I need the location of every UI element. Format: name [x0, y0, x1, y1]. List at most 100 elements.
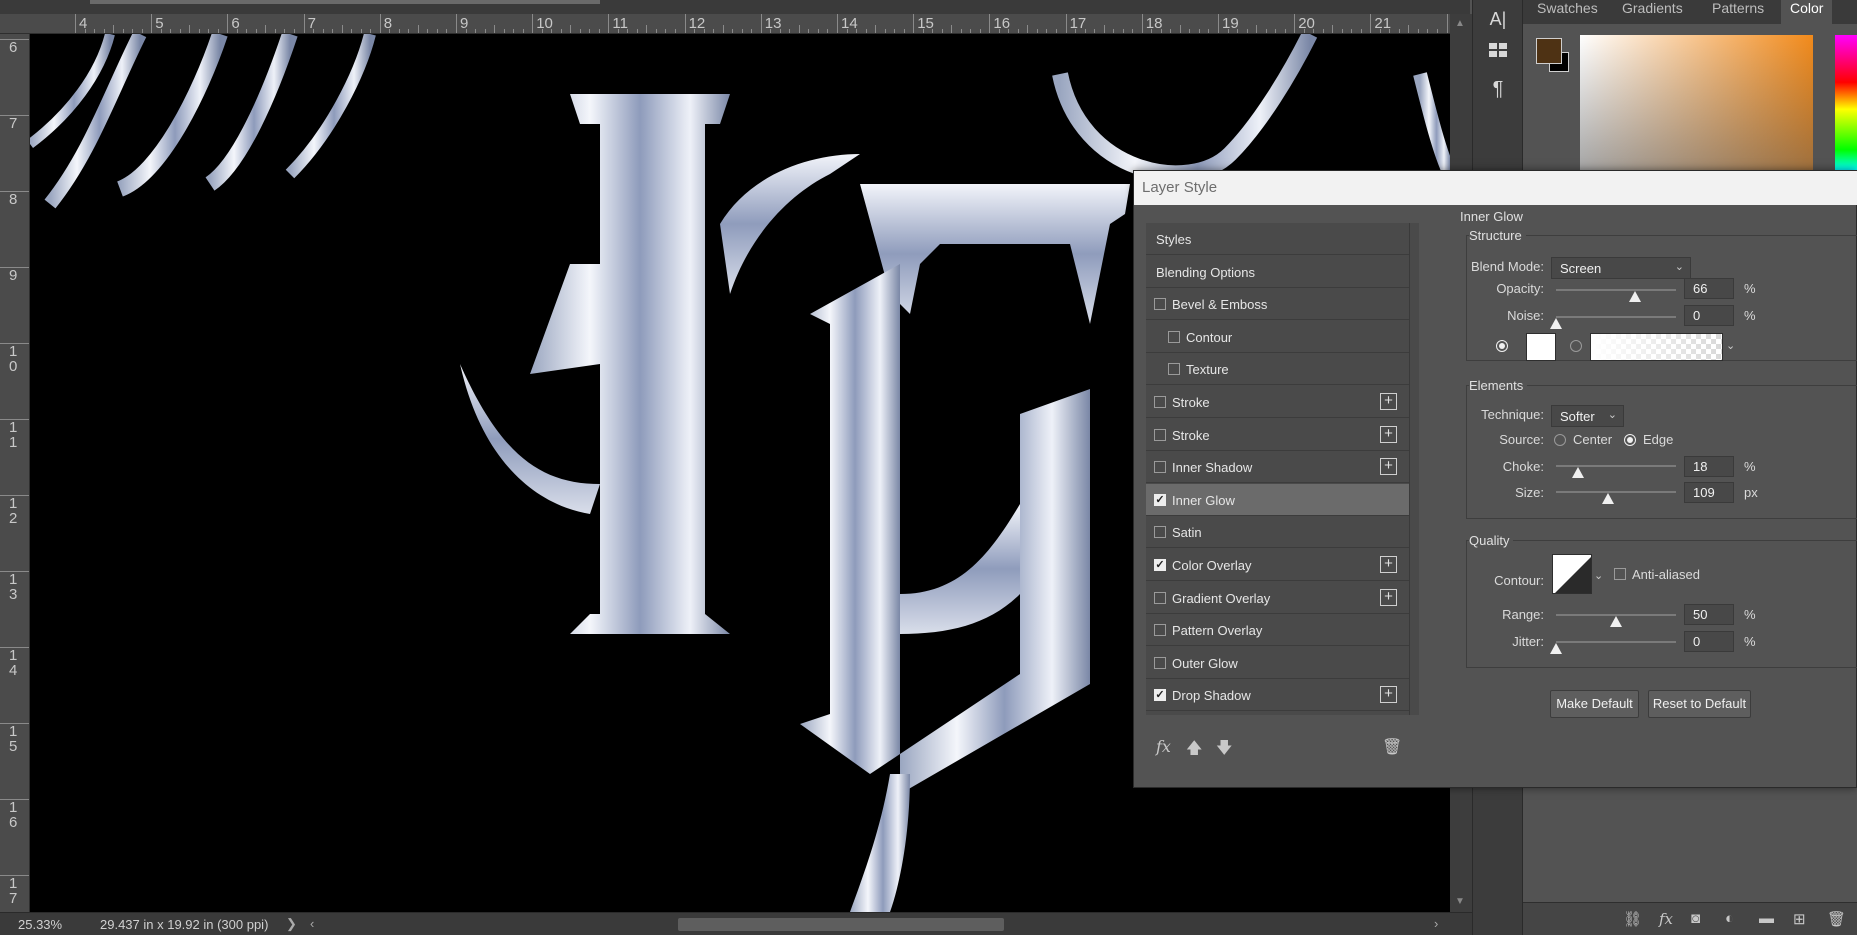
color-picker-field[interactable]	[1580, 35, 1813, 170]
paragraph-panel-icon[interactable]: ¶	[1485, 76, 1511, 102]
delete-effect-icon[interactable]: 🗑	[1382, 737, 1402, 757]
size-input[interactable]: 109	[1684, 482, 1734, 503]
glow-gradient-radio[interactable]	[1570, 340, 1582, 352]
opacity-input[interactable]: 66	[1684, 278, 1734, 299]
noise-input[interactable]: 0	[1684, 305, 1734, 326]
scroll-right-icon[interactable]: ›	[1434, 916, 1438, 931]
source-edge-radio[interactable]	[1624, 434, 1636, 446]
style-checkbox[interactable]	[1154, 591, 1166, 604]
style-item-satin[interactable]: Satin	[1146, 516, 1409, 549]
style-checkbox[interactable]	[1154, 298, 1166, 311]
glyphs-panel-icon[interactable]	[1485, 40, 1511, 66]
glow-gradient-swatch[interactable]	[1590, 333, 1723, 361]
zoom-level[interactable]: 25.33%	[18, 917, 62, 932]
noise-slider-thumb[interactable]	[1550, 318, 1562, 329]
document-tab-strip[interactable]	[0, 0, 1470, 14]
new-group-icon[interactable]: ▬	[1759, 910, 1774, 927]
style-item-inner-glow[interactable]: ✓ Inner Glow	[1146, 483, 1409, 516]
make-default-button[interactable]: Make Default	[1550, 690, 1639, 718]
opacity-slider[interactable]	[1556, 289, 1676, 291]
scroll-up-icon[interactable]: ▲	[1455, 18, 1465, 29]
style-item-pattern-overlay[interactable]: Pattern Overlay	[1146, 614, 1409, 647]
move-up-icon[interactable]: 🡅	[1186, 737, 1202, 764]
add-mask-icon[interactable]: ◙	[1691, 910, 1700, 927]
style-checkbox[interactable]: ✓	[1154, 493, 1166, 506]
delete-layer-icon[interactable]: 🗑	[1827, 910, 1846, 928]
h-ruler-minor-tick	[1017, 29, 1019, 33]
style-item-color-overlay[interactable]: ✓ Color Overlay +	[1146, 549, 1409, 581]
style-item-styles[interactable]: Styles	[1146, 223, 1409, 255]
add-effect-icon[interactable]: fx	[1156, 737, 1171, 756]
add-effect-instance-icon[interactable]: +	[1380, 458, 1397, 476]
style-item-gradient-overlay[interactable]: Gradient Overlay +	[1146, 582, 1409, 614]
horizontal-scroll-thumb[interactable]	[678, 918, 1004, 931]
foreground-color-swatch[interactable]	[1536, 38, 1562, 64]
link-layers-icon[interactable]: ⛓	[1623, 910, 1642, 928]
move-down-icon[interactable]: 🡇	[1216, 737, 1232, 764]
add-effect-instance-icon[interactable]: +	[1380, 425, 1397, 443]
style-item-blending-options[interactable]: Blending Options	[1146, 256, 1409, 288]
technique-select[interactable]: Softer ⌄	[1551, 405, 1624, 427]
style-item-bevel-emboss[interactable]: Bevel & Emboss	[1146, 288, 1409, 321]
glow-color-swatch[interactable]	[1526, 333, 1556, 361]
style-item-outer-glow[interactable]: Outer Glow	[1146, 647, 1409, 679]
style-item-stroke[interactable]: Stroke +	[1146, 386, 1409, 418]
tab-swatches[interactable]: Swatches	[1528, 0, 1607, 24]
blend-mode-select[interactable]: Screen ⌄	[1551, 257, 1691, 279]
tab-color[interactable]: Color	[1781, 0, 1833, 24]
dialog-title-bar[interactable]: Layer Style	[1134, 171, 1857, 205]
jitter-input[interactable]: 0	[1684, 631, 1734, 652]
add-effect-instance-icon[interactable]: +	[1380, 393, 1397, 410]
source-center-radio[interactable]	[1554, 434, 1566, 446]
gradient-chevron-down-icon[interactable]: ⌄	[1726, 339, 1735, 352]
glow-color-radio[interactable]	[1496, 340, 1508, 352]
scroll-left-icon[interactable]: ‹	[310, 916, 314, 931]
style-checkbox[interactable]	[1154, 526, 1166, 539]
status-menu-chevron-icon[interactable]: ❯	[286, 916, 297, 932]
add-effect-instance-icon[interactable]: +	[1380, 556, 1397, 573]
tab-patterns[interactable]: Patterns	[1703, 0, 1773, 24]
h-ruler-minor-tick	[1237, 29, 1238, 33]
size-slider-thumb[interactable]	[1601, 493, 1614, 504]
anti-aliased-checkbox[interactable]	[1614, 568, 1626, 580]
range-slider-thumb[interactable]	[1610, 616, 1622, 627]
horizontal-ruler[interactable]: 4567891011121314151617181920212	[0, 14, 1450, 34]
style-item-inner-shadow[interactable]: Inner Shadow +	[1146, 451, 1409, 484]
jitter-slider-thumb[interactable]	[1550, 643, 1562, 654]
size-slider[interactable]	[1556, 491, 1676, 493]
jitter-slider[interactable]	[1556, 641, 1676, 643]
contour-chevron-down-icon[interactable]: ⌄	[1594, 569, 1603, 582]
style-checkbox[interactable]	[1168, 330, 1180, 343]
add-effect-instance-icon[interactable]: +	[1380, 588, 1397, 606]
style-checkbox[interactable]	[1154, 396, 1166, 408]
scroll-down-icon[interactable]: ▼	[1455, 896, 1465, 907]
style-checkbox[interactable]: ✓	[1154, 689, 1166, 702]
range-input[interactable]: 50	[1684, 604, 1734, 625]
style-item-drop-shadow[interactable]: ✓ Drop Shadow +	[1146, 679, 1409, 712]
style-checkbox[interactable]	[1154, 461, 1166, 474]
contour-preview[interactable]	[1552, 554, 1592, 594]
style-checkbox[interactable]	[1154, 428, 1166, 441]
style-item-contour[interactable]: Contour	[1146, 321, 1409, 353]
style-checkbox[interactable]	[1168, 363, 1180, 376]
style-checkbox[interactable]	[1154, 624, 1166, 637]
add-layer-style-icon[interactable]: fx	[1659, 910, 1673, 928]
style-list-scrollbar[interactable]	[1409, 223, 1419, 715]
hue-slider[interactable]	[1835, 35, 1857, 170]
noise-slider[interactable]	[1556, 316, 1676, 318]
add-effect-instance-icon[interactable]: +	[1380, 686, 1397, 704]
adjustment-layer-icon[interactable]: ◐	[1725, 910, 1734, 927]
opacity-slider-thumb[interactable]	[1629, 291, 1642, 302]
style-checkbox[interactable]: ✓	[1154, 559, 1166, 571]
reset-to-default-button[interactable]: Reset to Default	[1648, 690, 1751, 718]
vertical-ruler[interactable]: 6 7 8 9 1 0 1 1 1 2 1 3 1 4 1 5 1 6 1 7	[0, 34, 30, 912]
character-panel-icon[interactable]: A|	[1485, 6, 1511, 32]
tab-gradients[interactable]: Gradients	[1613, 0, 1692, 24]
choke-input[interactable]: 18	[1684, 456, 1734, 477]
style-checkbox[interactable]	[1154, 656, 1166, 669]
document-tab[interactable]	[90, 0, 600, 4]
new-layer-icon[interactable]: ⊞	[1793, 910, 1806, 928]
choke-slider-thumb[interactable]	[1571, 467, 1584, 478]
style-item-texture[interactable]: Texture	[1146, 353, 1409, 386]
style-item-stroke[interactable]: Stroke +	[1146, 419, 1409, 451]
